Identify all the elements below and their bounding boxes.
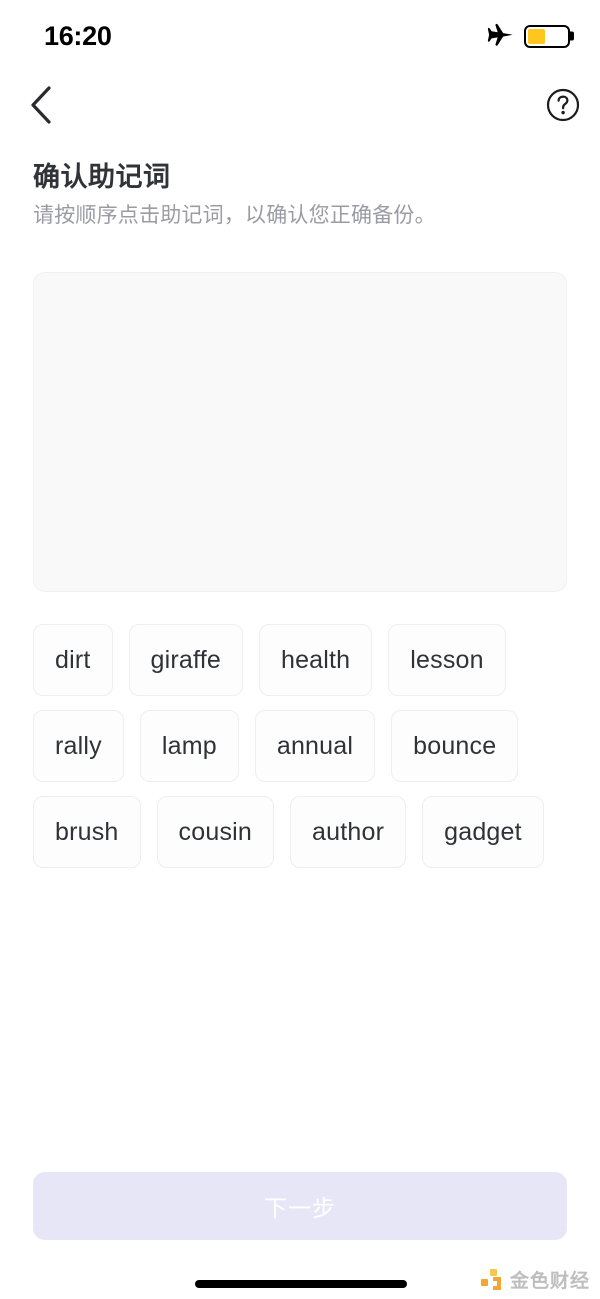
back-button[interactable] [14,78,68,132]
word-chip[interactable]: rally [33,710,124,782]
word-chip[interactable]: brush [33,796,141,868]
word-chip[interactable]: cousin [156,796,275,868]
question-circle-icon [546,88,580,122]
status-time: 16:20 [44,20,112,51]
page-subtitle: 请按顺序点击助记词，以确认您正确备份。 [33,204,436,227]
selected-words-area[interactable] [33,272,567,592]
chevron-left-icon [31,86,51,124]
watermark-text: 金色财经 [509,1271,590,1292]
status-indicators [486,23,570,49]
watermark: 金色财经 [480,1266,590,1293]
word-chip[interactable]: bounce [391,710,519,782]
word-chip[interactable]: gadget [422,796,544,868]
header-block: 确认助记词 请按顺序点击助记词，以确认您正确备份。 [33,160,573,230]
word-pool: dirt giraffe health lesson rally lamp annual bo… [33,624,567,868]
next-button[interactable]: 下一步 [33,1172,567,1240]
word-chip[interactable]: annual [254,710,376,782]
word-chip[interactable]: lesson [388,624,506,696]
word-chip[interactable]: giraffe [128,624,243,696]
jinse-logo-icon [480,1268,501,1290]
selected-words-list [34,273,566,305]
airplane-mode-icon [487,23,513,46]
word-chip[interactable]: health [258,624,373,696]
battery-icon [524,24,570,48]
word-chip[interactable]: author [290,796,407,868]
word-chip[interactable]: dirt [33,624,113,696]
navigation-bar [0,76,600,134]
home-indicator [195,1280,407,1288]
page-title: 确认助记词 [33,162,171,192]
word-chip[interactable]: lamp [139,710,239,782]
help-button[interactable] [536,78,590,132]
app-screen: 16:20 确认助记词 请按顺序点击助记词，以确认您正确备份。 dirt gir… [0,0,600,1299]
battery-fill [528,28,546,44]
status-bar: 16:20 [0,0,600,72]
